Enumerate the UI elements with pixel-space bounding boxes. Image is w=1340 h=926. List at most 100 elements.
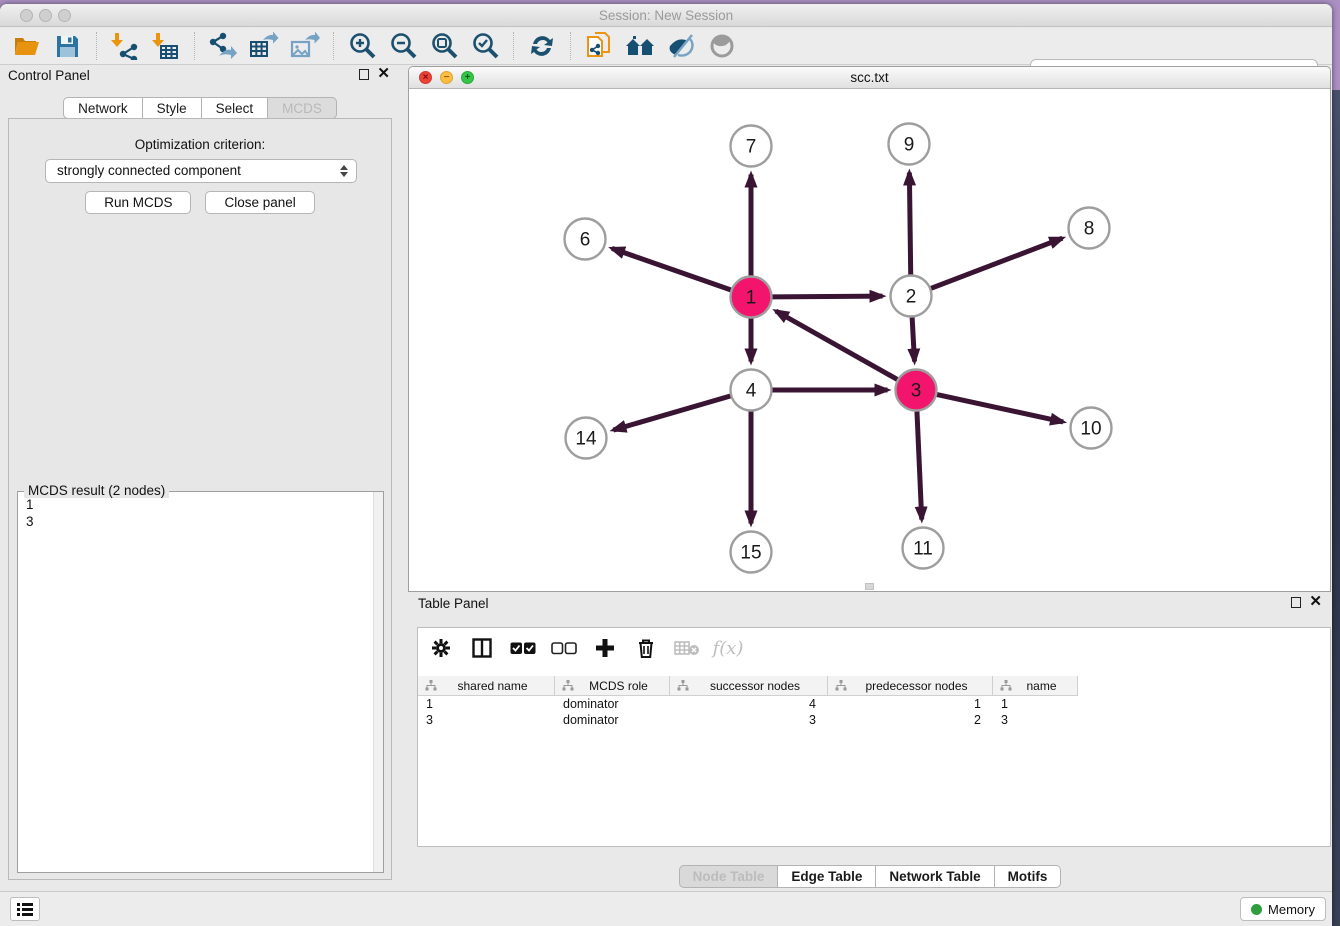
export-image-icon[interactable]: [288, 31, 321, 61]
clone-network-icon[interactable]: [582, 31, 615, 61]
tab-style[interactable]: Style: [143, 97, 202, 119]
node-label: 14: [575, 429, 597, 450]
open-folder-icon[interactable]: [10, 31, 43, 61]
table-cell[interactable]: 1: [993, 697, 1078, 713]
edge-4-14[interactable]: [613, 396, 730, 430]
node-8[interactable]: 8: [1069, 208, 1110, 249]
tab-network-table[interactable]: Network Table: [876, 865, 994, 888]
tab-select[interactable]: Select: [202, 97, 269, 119]
select-all-icon[interactable]: [510, 635, 536, 661]
node-15[interactable]: 15: [731, 532, 772, 573]
column-header-name[interactable]: name: [993, 676, 1078, 695]
tab-node-table[interactable]: Node Table: [679, 865, 779, 888]
node-11[interactable]: 11: [903, 528, 944, 569]
table-tabs: Node TableEdge TableNetwork TableMotifs: [408, 865, 1332, 888]
column-label: MCDS role: [574, 679, 669, 693]
control-panel: Control Panel ✕ NetworkStyleSelectMCDS O…: [4, 66, 396, 884]
table-cell[interactable]: 1: [828, 697, 993, 713]
column-type-icon: [835, 680, 847, 691]
edge-3-11[interactable]: [917, 411, 922, 519]
zoom-selected-icon[interactable]: [468, 31, 501, 61]
refresh-layout-icon[interactable]: [525, 31, 558, 61]
column-header-MCDS-role[interactable]: MCDS role: [555, 676, 670, 695]
node-2[interactable]: 2: [891, 276, 932, 317]
edge-2-8[interactable]: [931, 238, 1062, 288]
splitpane-handle[interactable]: [865, 583, 874, 590]
toolbar-separator: [194, 32, 195, 60]
edge-1-6[interactable]: [612, 248, 731, 290]
column-label: predecessor nodes: [847, 679, 992, 693]
edge-2-3[interactable]: [912, 317, 914, 361]
import-network-icon[interactable]: [108, 31, 141, 61]
dropdown-arrows-icon: [338, 163, 350, 179]
add-column-icon[interactable]: [592, 635, 618, 661]
table-cell[interactable]: 3: [418, 713, 555, 729]
edge-3-10[interactable]: [937, 395, 1063, 422]
export-table-icon[interactable]: [247, 31, 280, 61]
node-6[interactable]: 6: [565, 219, 606, 260]
optimization-criterion-label: Optimization criterion:: [9, 137, 391, 152]
edge-1-2[interactable]: [772, 296, 882, 297]
node-table: f(x) shared name MCDS role successor nodes…: [417, 627, 1331, 847]
float-table-panel-icon[interactable]: [1291, 597, 1301, 608]
table-cell[interactable]: 2: [828, 713, 993, 729]
tab-edge-table[interactable]: Edge Table: [778, 865, 876, 888]
deselect-all-icon[interactable]: [551, 635, 577, 661]
bird-eye-view-icon[interactable]: [705, 31, 738, 61]
column-label: name: [1012, 679, 1077, 693]
column-header-successor-nodes[interactable]: successor nodes: [670, 676, 828, 695]
task-history-button[interactable]: [10, 897, 40, 921]
node-label: 2: [906, 287, 917, 308]
node-14[interactable]: 14: [566, 418, 607, 459]
delete-column-icon[interactable]: [633, 635, 659, 661]
table-cell[interactable]: dominator: [555, 713, 670, 729]
close-table-panel-icon[interactable]: ✕: [1309, 596, 1322, 608]
close-panel-button[interactable]: Close panel: [205, 191, 314, 214]
result-scrollbar[interactable]: [373, 492, 383, 872]
first-neighbors-icon[interactable]: [623, 31, 656, 61]
node-1-dominator[interactable]: 1: [731, 277, 772, 318]
zoom-fit-icon[interactable]: [427, 31, 460, 61]
node-3-dominator[interactable]: 3: [896, 370, 937, 411]
edge-3-1[interactable]: [776, 311, 897, 379]
table-rows: 1dominator4113dominator323: [418, 697, 1330, 729]
table-toolbar: f(x): [418, 628, 1330, 668]
toolbar-separator: [513, 32, 514, 60]
table-row[interactable]: 3dominator323: [418, 713, 1330, 729]
node-7[interactable]: 7: [731, 126, 772, 167]
optimization-criterion-select[interactable]: strongly connected component: [45, 159, 357, 183]
node-4[interactable]: 4: [731, 370, 772, 411]
column-header-predecessor-nodes[interactable]: predecessor nodes: [828, 676, 993, 695]
close-panel-icon[interactable]: ✕: [377, 68, 390, 80]
edge-2-9[interactable]: [909, 172, 910, 274]
tab-motifs[interactable]: Motifs: [995, 865, 1062, 888]
table-cell[interactable]: 3: [993, 713, 1078, 729]
table-row[interactable]: 1dominator411: [418, 697, 1330, 713]
import-table-icon[interactable]: [149, 31, 182, 61]
network-canvas[interactable]: 7 9 6 8 1 2 4 3 14 10 15 11: [409, 89, 1330, 591]
tab-network[interactable]: Network: [63, 97, 143, 119]
export-network-icon[interactable]: [206, 31, 239, 61]
zoom-in-icon[interactable]: [345, 31, 378, 61]
table-cell[interactable]: 1: [418, 697, 555, 713]
memory-button[interactable]: Memory: [1240, 897, 1326, 921]
status-bar: Memory: [0, 891, 1332, 926]
float-panel-icon[interactable]: [359, 69, 369, 80]
table-cell[interactable]: 3: [670, 713, 828, 729]
toolbar-separator: [333, 32, 334, 60]
settings-gear-icon[interactable]: [428, 635, 454, 661]
show-graphics-details-icon[interactable]: [664, 31, 697, 61]
node-10[interactable]: 10: [1071, 408, 1112, 449]
toggle-panels-icon[interactable]: [469, 635, 495, 661]
table-cell[interactable]: 4: [670, 697, 828, 713]
table-cell[interactable]: dominator: [555, 697, 670, 713]
run-mcds-button[interactable]: Run MCDS: [85, 191, 191, 214]
node-9[interactable]: 9: [889, 124, 930, 165]
column-header-shared-name[interactable]: shared name: [418, 676, 555, 695]
control-tabs: NetworkStyleSelectMCDS: [4, 97, 396, 119]
column-label: successor nodes: [689, 679, 827, 693]
zoom-out-icon[interactable]: [386, 31, 419, 61]
tab-mcds[interactable]: MCDS: [268, 97, 337, 119]
save-icon[interactable]: [51, 31, 84, 61]
toolbar-separator: [96, 32, 97, 60]
